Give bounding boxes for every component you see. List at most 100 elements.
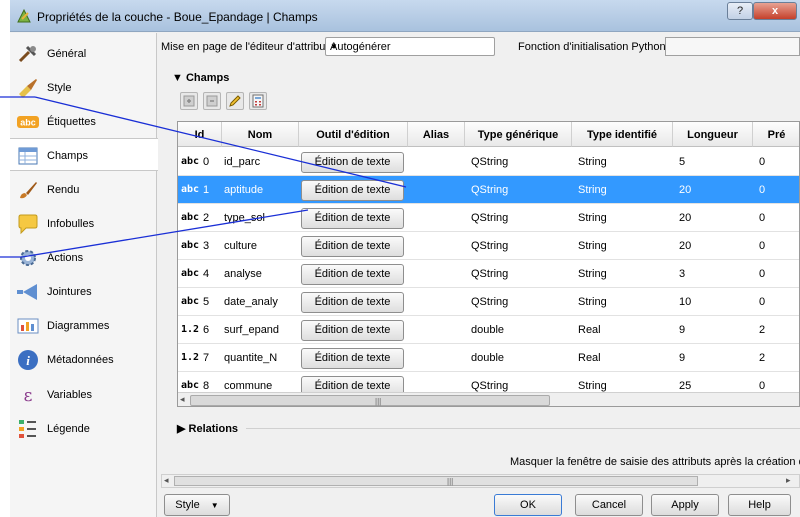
apply-button[interactable]: Apply [651,494,719,516]
edit-widget-button[interactable]: Édition de texte [301,208,404,229]
sidebar-item-7[interactable]: Jointures [10,275,157,308]
cancel-button[interactable]: Cancel [575,494,643,516]
grip-icon: ||| [375,397,382,406]
field-type-icon: 1.2 [181,324,200,335]
sidebar-item-2[interactable]: abc Étiquettes [10,105,157,138]
relations-section-header[interactable]: ▶ Relations [177,422,238,435]
column-header[interactable]: Type générique [465,122,572,147]
edit-widget-button[interactable]: Édition de texte [301,180,404,201]
sidebar-item-1[interactable]: Style [10,71,157,104]
gear-icon [17,247,39,269]
mask-form-option[interactable]: Masquer la fenêtre de saisie des attribu… [160,442,800,472]
sidebar-item-5[interactable]: Infobulles [10,207,157,240]
field-length: 20 [679,240,692,252]
table-row[interactable]: 1.2 7 quantite_N Édition de texte double Real… [178,344,799,372]
table-row[interactable]: abc 5 date_analy Édition de texte QString Str… [178,288,799,316]
field-name: id_parc [224,156,261,168]
init-function-field[interactable] [665,37,800,56]
epsilon-icon: ε [17,384,39,406]
field-generic-type: QString [471,184,509,196]
column-header[interactable]: Pré [753,122,799,147]
field-alias[interactable] [412,344,463,372]
column-header[interactable]: Longueur [673,122,753,147]
field-alias[interactable] [412,148,463,176]
toggle-editing-button[interactable] [226,92,244,110]
sidebar-item-10[interactable]: ε Variables [10,378,157,411]
field-length: 5 [679,156,686,168]
sidebar-item-8[interactable]: Diagrammes [10,309,157,342]
field-alias[interactable] [412,204,463,232]
edit-widget-button[interactable]: Édition de texte [301,264,404,285]
field-alias[interactable] [412,288,463,316]
table-row[interactable]: abc 4 analyse Édition de texte QString String… [178,260,799,288]
main-horizontal-scrollbar[interactable]: ◂ ||| ▸ [161,474,800,488]
init-function-label: Fonction d'initialisation Python [518,41,666,53]
field-type-icon: abc [181,156,200,167]
delete-field-button[interactable] [203,92,221,110]
title-bar: Propriétés de la couche - Boue_Epandage … [10,0,800,32]
field-alias[interactable] [412,316,463,344]
new-field-button[interactable] [180,92,198,110]
field-alias[interactable] [412,176,463,204]
sidebar-item-3[interactable]: Champs [10,138,158,171]
field-identified-type: String [578,184,607,196]
edit-widget-button[interactable]: Édition de texte [301,236,404,257]
field-identified-type: Real [578,324,601,336]
field-id: 1 [203,184,210,196]
edit-widget-button[interactable]: Édition de texte [301,348,404,369]
edit-widget-button[interactable]: Édition de texte [301,320,404,341]
help-button[interactable]: Help [728,494,791,516]
sidebar-item-label: Général [47,48,87,60]
field-type-icon: abc [181,240,200,251]
field-calculator-button[interactable] [249,92,267,110]
field-alias[interactable] [412,260,463,288]
sidebar-item-0[interactable]: Général [10,37,157,70]
column-header[interactable]: Outil d'édition [299,122,408,147]
legend-icon [17,418,39,440]
field-alias[interactable] [412,232,463,260]
window-close-button[interactable]: x [753,2,797,20]
table-row[interactable]: abc 0 id_parc Édition de texte QString String… [178,148,799,176]
style-menu-button[interactable]: Style ▼ [164,494,230,516]
field-identified-type: String [578,156,607,168]
main-scroll-thumb[interactable]: ||| [174,476,698,486]
field-precision: 2 [759,352,766,364]
table-horizontal-scrollbar[interactable]: ◂ ||| [178,392,799,406]
table-scroll-thumb[interactable]: ||| [190,395,550,406]
sidebar-item-9[interactable]: i Métadonnées [10,343,157,376]
table-row[interactable]: 1.2 6 surf_epand Édition de texte double Real… [178,316,799,344]
edit-widget-button[interactable]: Édition de texte [301,292,404,313]
edit-widget-button[interactable]: Édition de texte [301,152,404,173]
field-id: 5 [203,296,210,308]
field-id: 3 [203,240,210,252]
chevron-down-icon: ▼ [330,42,338,51]
info-icon: i [17,349,39,371]
grip-icon: ||| [447,477,454,486]
table-row[interactable]: abc 3 culture Édition de texte QString String… [178,232,799,260]
expand-triangle-icon: ▶ [177,423,186,435]
champs-section-header[interactable]: ▼ Champs [172,72,229,84]
style-button-label: Style [175,499,200,511]
abc-label-icon: abc [17,111,39,133]
field-type-icon: abc [181,268,200,279]
sidebar-item-6[interactable]: Actions [10,241,157,274]
editor-layout-bar: Mise en page de l'éditeur d'attribut Aut… [160,33,800,61]
sidebar-item-4[interactable]: Rendu [10,173,157,206]
table-row[interactable]: abc 2 type_sol Édition de texte QString Strin… [178,204,799,232]
window-help-button[interactable]: ? [727,2,753,20]
layout-select[interactable]: Autogénérer ▼ [325,37,495,56]
field-name: analyse [224,268,262,280]
sidebar-item-11[interactable]: Légende [10,412,157,445]
field-identified-type: String [578,268,607,280]
ok-button[interactable]: OK [494,494,562,516]
table-icon [17,145,39,167]
scroll-right-icon: ▸ [786,475,791,485]
table-row[interactable]: abc 1 aptitude Édition de texte QString Strin… [178,176,799,204]
column-header[interactable]: Nom [222,122,299,147]
sidebar-item-label: Style [47,82,72,94]
brush-icon [17,77,39,99]
column-header[interactable]: Id [178,122,222,147]
column-header[interactable]: Type identifié [572,122,673,147]
sidebar-item-label: Métadonnées [47,354,114,366]
column-header[interactable]: Alias [408,122,465,147]
